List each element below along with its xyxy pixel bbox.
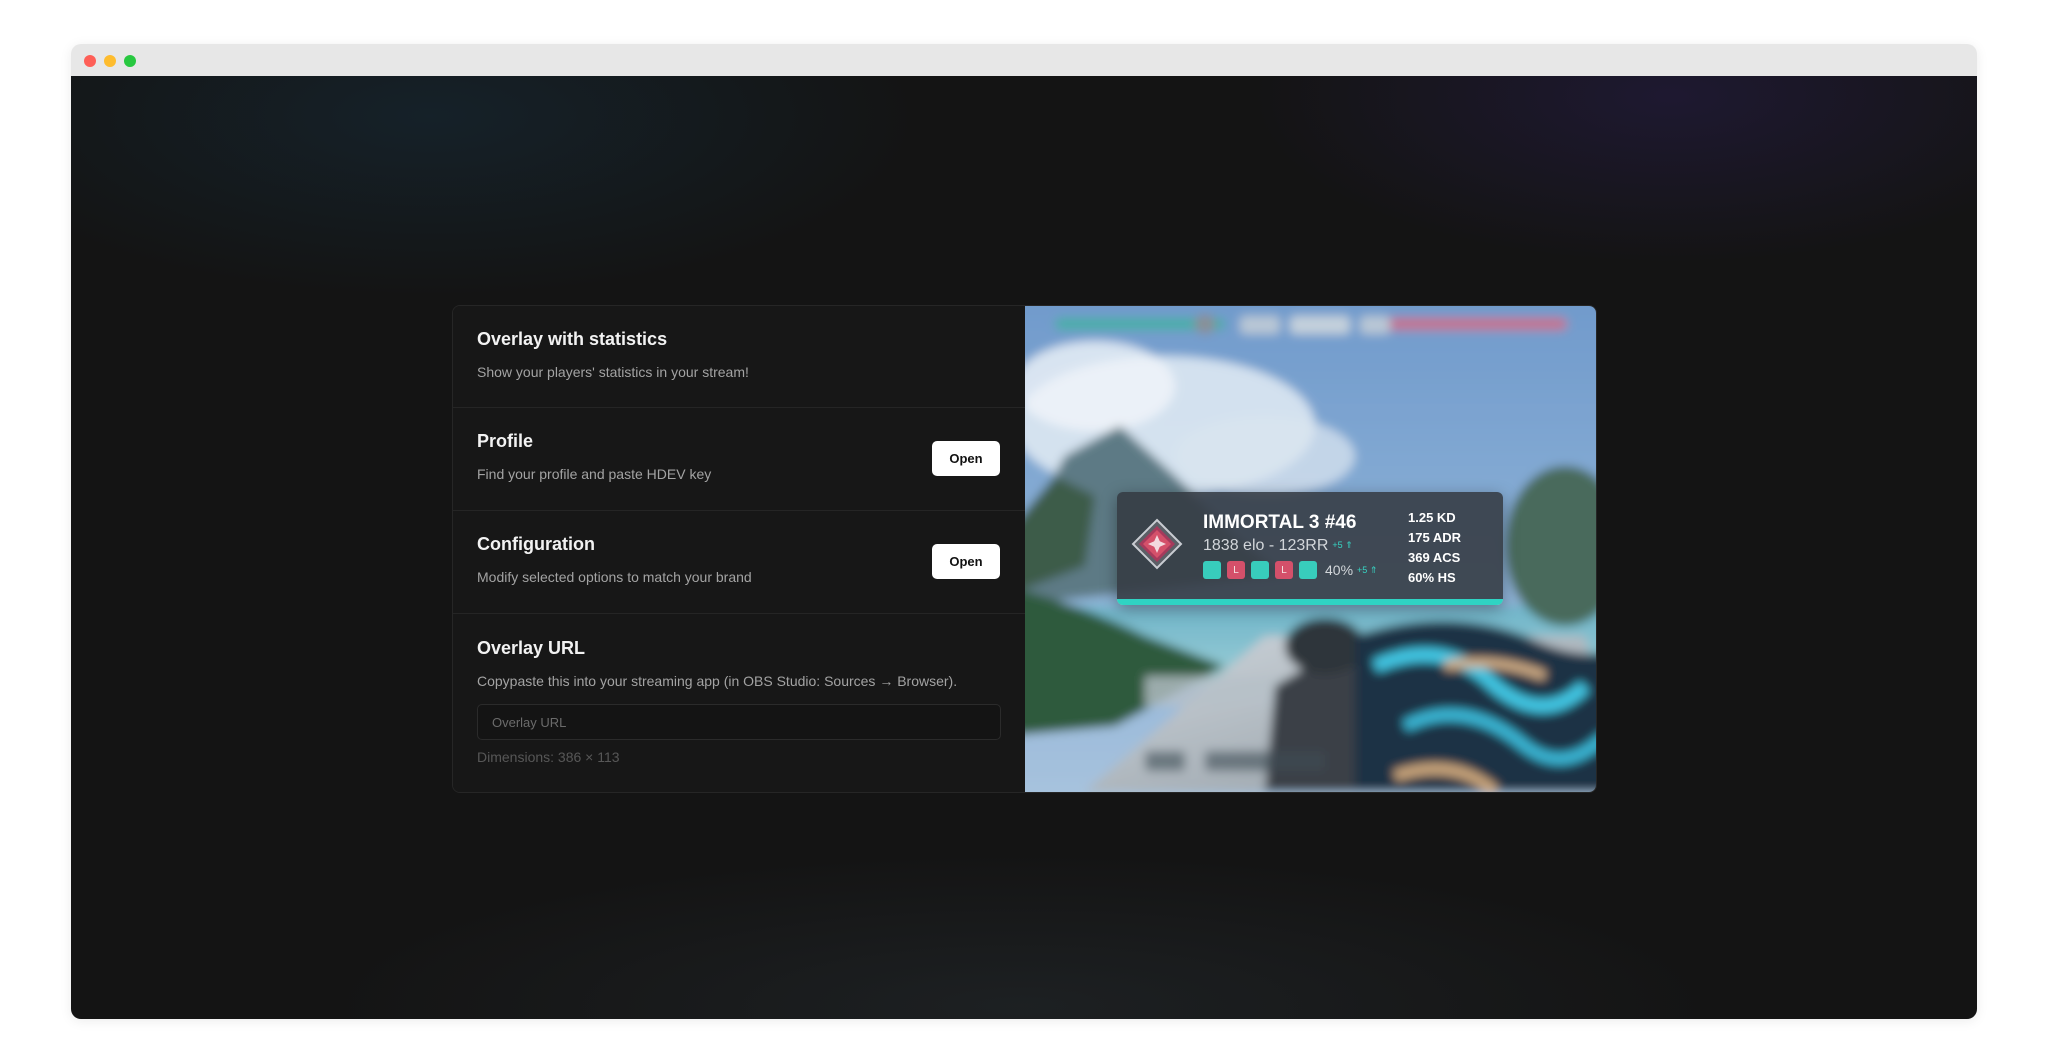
minimize-window-button[interactable] xyxy=(104,55,116,67)
elo-text: 1838 elo - 123RR xyxy=(1203,537,1329,554)
game-result-loss: L xyxy=(1227,561,1245,579)
intro-section: Overlay with statistics Show your player… xyxy=(453,306,1025,408)
overlay-url-input[interactable] xyxy=(477,704,1001,740)
game-result-win: W xyxy=(1299,561,1317,579)
rr-delta: +5 ⇑ xyxy=(1332,540,1353,551)
overlay-dimensions: Dimensions: 386 × 113 xyxy=(477,749,620,765)
winrate: 40% xyxy=(1325,562,1354,578)
open-configuration-button[interactable]: Open xyxy=(932,544,1000,579)
browser-window: Overlay with statistics Show your player… xyxy=(71,44,1977,1019)
profile-title: Profile xyxy=(477,431,534,451)
elo-line: 1838 elo - 123RR +5 ⇑ xyxy=(1203,537,1353,555)
overlay-preview: IMMORTAL 3 #46 1838 elo - 123RR +5 ⇑ W L … xyxy=(1025,306,1596,792)
zoom-window-button[interactable] xyxy=(124,55,136,67)
rank-progress-bar xyxy=(1117,599,1503,605)
game-result-win: W xyxy=(1203,561,1221,579)
recent-games: W L W L W 40% +5 ⇑ xyxy=(1203,561,1377,579)
winrate-delta: +5 ⇑ xyxy=(1357,564,1378,575)
stat-acs: 369 ACS xyxy=(1408,550,1461,565)
close-window-button[interactable] xyxy=(84,55,96,67)
configuration-section: Configuration Modify selected options to… xyxy=(453,511,1025,614)
stat-hs: 60% HS xyxy=(1408,570,1456,585)
profile-section: Profile Find your profile and paste HDEV… xyxy=(453,408,1025,511)
overlay-url-title: Overlay URL xyxy=(477,638,586,658)
configuration-description: Modify selected options to match your br… xyxy=(477,569,752,585)
window-titlebar xyxy=(71,44,1977,76)
overlay-settings-card: Overlay with statistics Show your player… xyxy=(452,305,1597,793)
intro-title: Overlay with statistics xyxy=(477,329,668,349)
stats-overlay-widget: IMMORTAL 3 #46 1838 elo - 123RR +5 ⇑ W L … xyxy=(1117,492,1503,605)
rank-title: IMMORTAL 3 #46 xyxy=(1203,512,1357,533)
game-result-win: W xyxy=(1251,561,1269,579)
open-profile-button[interactable]: Open xyxy=(932,441,1000,476)
page-viewport: Overlay with statistics Show your player… xyxy=(71,76,1977,1019)
immortal-rank-icon xyxy=(1131,518,1183,570)
settings-panel: Overlay with statistics Show your player… xyxy=(453,306,1025,792)
intro-description: Show your players' statistics in your st… xyxy=(477,364,749,380)
overlay-url-description: Copypaste this into your streaming app (… xyxy=(477,673,958,689)
profile-description: Find your profile and paste HDEV key xyxy=(477,466,712,482)
stats-list: 1.25 KD 175 ADR 369 ACS 60% HS xyxy=(1408,508,1461,588)
stat-kd: 1.25 KD xyxy=(1408,510,1456,525)
game-result-loss: L xyxy=(1275,561,1293,579)
stat-adr: 175 ADR xyxy=(1408,530,1461,545)
rank-progress-fill xyxy=(1117,599,1503,605)
configuration-title: Configuration xyxy=(477,534,595,554)
